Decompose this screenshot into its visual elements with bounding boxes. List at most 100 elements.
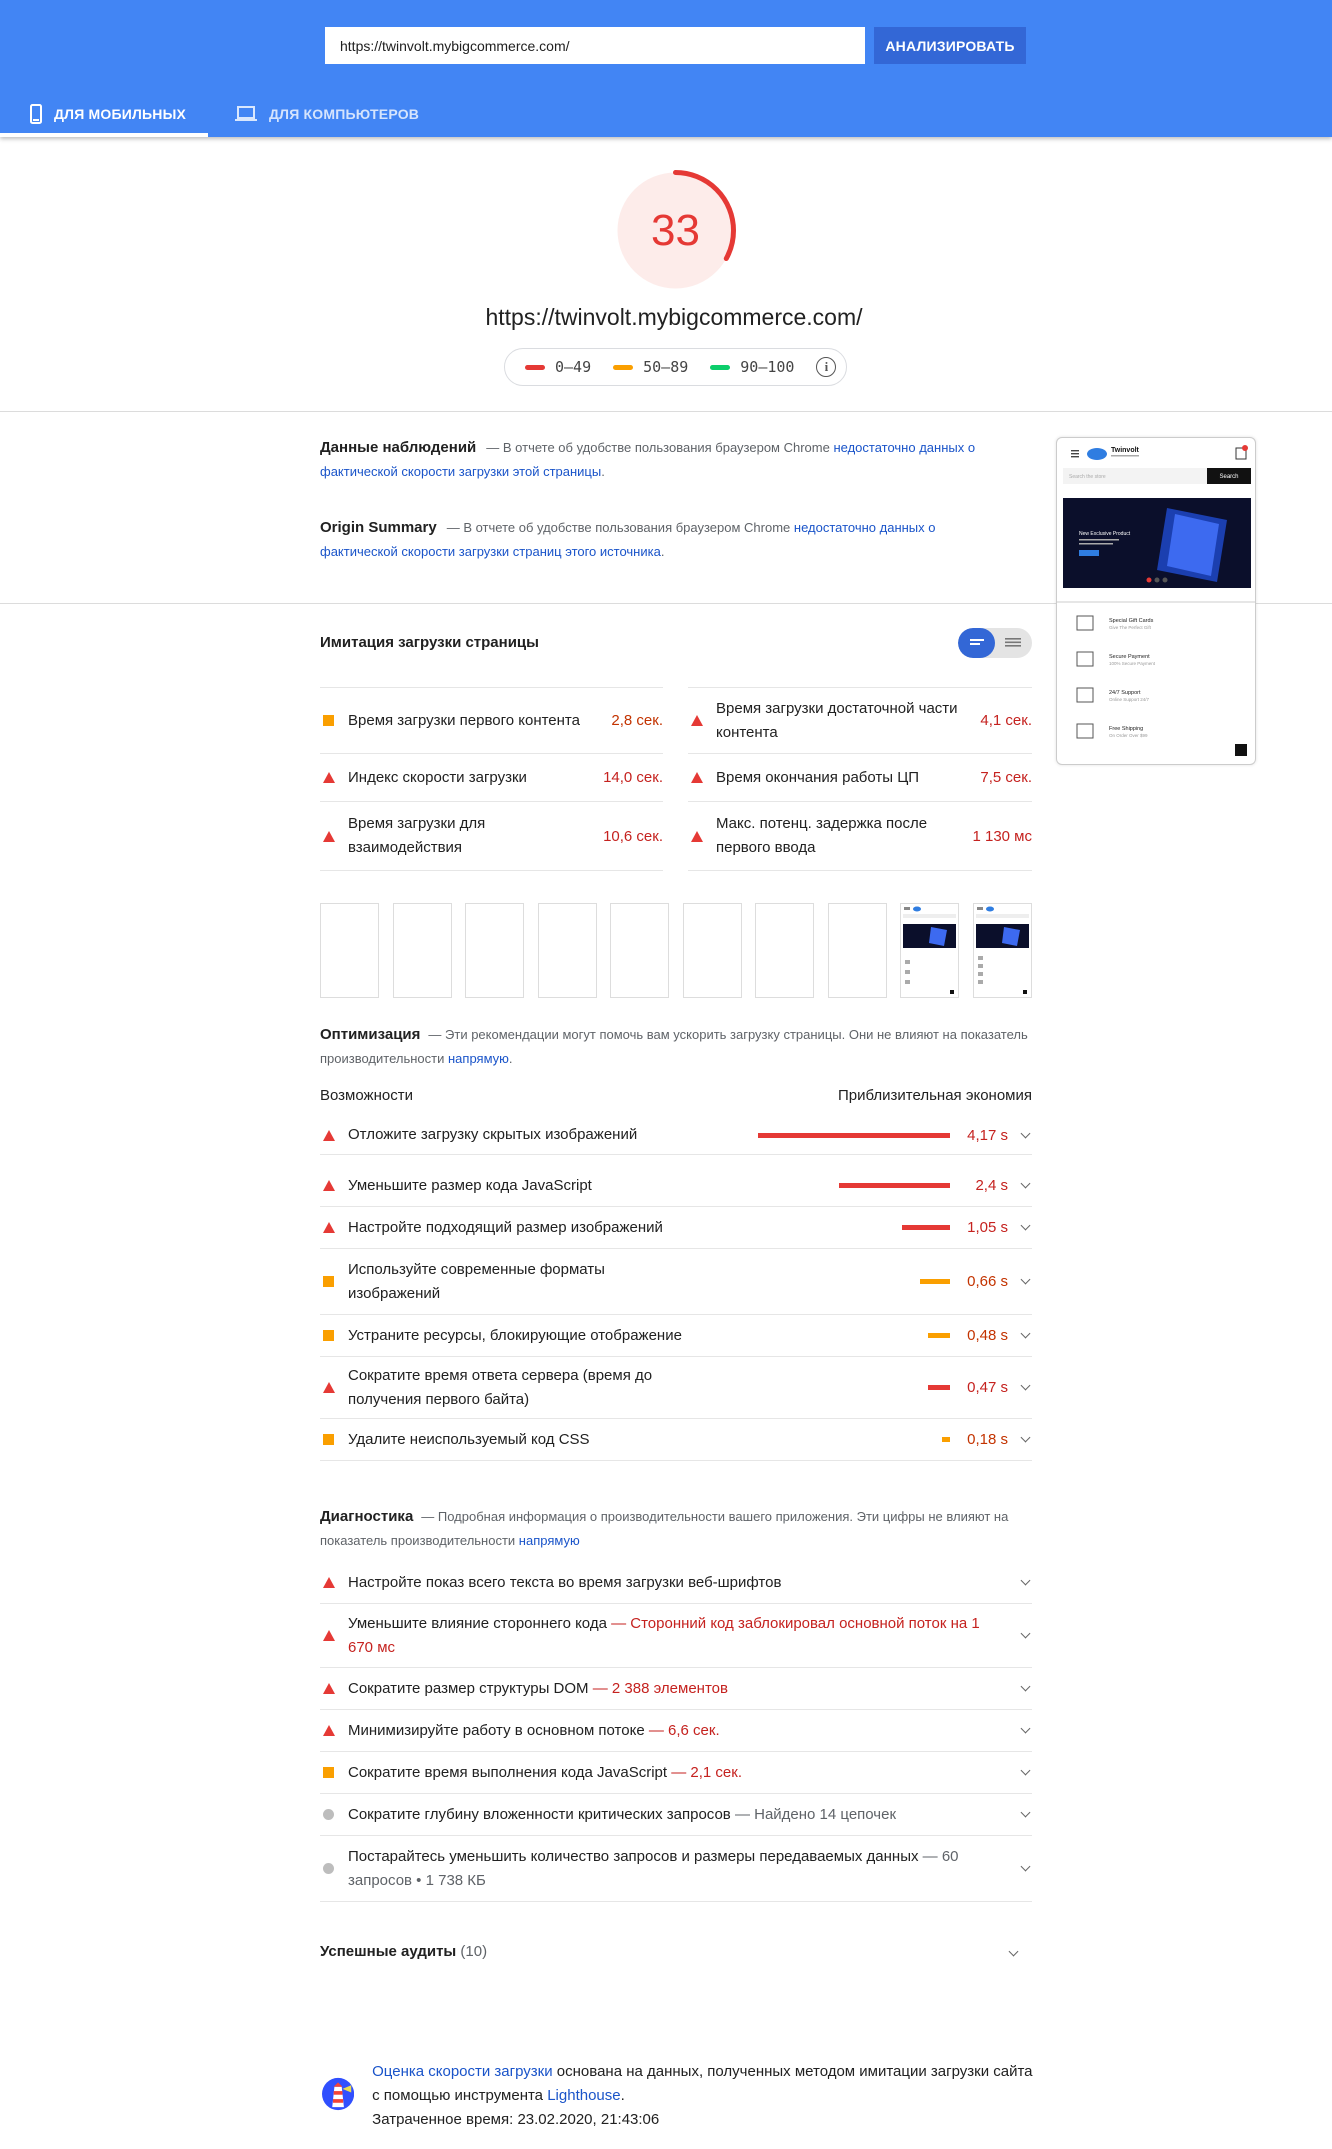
chevron-down-icon[interactable] [1008, 1178, 1032, 1189]
chevron-down-icon[interactable] [1008, 1946, 1020, 1957]
laptop-icon [235, 105, 257, 122]
savings-bar [839, 1183, 950, 1188]
performance-score-link[interactable]: Оценка скорости загрузки [372, 2063, 552, 2080]
diagnostic-detail: — Найдено 14 цепочек [734, 1805, 897, 1823]
toggle-expanded-view[interactable] [995, 628, 1032, 658]
smartphone-icon [30, 103, 42, 124]
legend-fail: 0–49 [525, 358, 591, 376]
fail-status-icon [691, 715, 703, 726]
analyze-button[interactable]: АНАЛИЗИРОВАТЬ [874, 27, 1026, 64]
diagnostic-row[interactable]: Постарайтесь уменьшить количество запрос… [320, 1836, 1032, 1902]
chevron-down-icon[interactable] [1008, 1765, 1032, 1776]
fail-status-icon [323, 1222, 335, 1233]
fail-status-icon [323, 830, 335, 842]
diagnostic-row[interactable]: Настройте показ всего текста во время за… [320, 1562, 1032, 1604]
screenshot-feature-title: Secure Payment [1109, 654, 1150, 660]
chevron-down-icon[interactable] [1008, 1128, 1032, 1138]
field-data-section: Данные наблюдений — В отчете об удобстве … [320, 439, 976, 479]
filmstrip-frame [465, 903, 524, 998]
fail-status-icon [323, 1683, 335, 1694]
chevron-down-icon[interactable] [1008, 1220, 1032, 1231]
chevron-down-icon[interactable] [1008, 1274, 1032, 1285]
diagnostic-row[interactable]: Минимизируйте работу в основном потоке —… [320, 1710, 1032, 1752]
metric-fmp: Время загрузки достаточной части контент… [688, 687, 1032, 753]
passed-audits-toggle[interactable]: Успешные аудиты (10) [320, 1943, 487, 1960]
optimization-link[interactable]: напрямую [448, 1051, 509, 1066]
screenshot-search-placeholder: Search the store [1069, 474, 1106, 480]
savings-value: 1,05 s [967, 1219, 1008, 1236]
tab-desktop-label: ДЛЯ КОМПЬЮТЕРОВ [269, 105, 420, 122]
chevron-down-icon[interactable] [1008, 1861, 1032, 1872]
origin-summary-title: Origin Summary [320, 519, 437, 536]
passed-audits-count: (10) [460, 1943, 488, 1960]
chevron-down-icon[interactable] [1008, 1380, 1032, 1391]
chevron-down-icon[interactable] [1008, 1575, 1032, 1586]
report-timestamp: Затраченное время: 23.02.2020, 21:43:06 [372, 2111, 660, 2128]
diagnostic-label: Настройте показ всего текста во время за… [348, 1573, 782, 1591]
fail-status-icon [691, 830, 703, 842]
fail-status-icon [323, 1630, 335, 1641]
opportunity-label: Удалите неиспользуемый код CSS [348, 1430, 590, 1448]
savings-bar [942, 1437, 950, 1442]
page-screenshot: Twinvolt Search the store Search New Exc… [1056, 437, 1256, 765]
chevron-down-icon[interactable] [1008, 1432, 1032, 1443]
opportunity-row[interactable]: Уменьшите размер кода JavaScript 2,4 s [320, 1165, 1032, 1207]
metrics-view-toggle[interactable] [958, 628, 1032, 658]
diagnostic-label: Минимизируйте работу в основном потоке —… [348, 1721, 720, 1739]
filmstrip-frame [973, 903, 1032, 998]
tab-mobile[interactable]: ДЛЯ МОБИЛЬНЫХ [30, 90, 186, 137]
screenshot-brand: Twinvolt [1111, 447, 1140, 454]
savings-bar [902, 1225, 950, 1230]
lighthouse-link[interactable]: Lighthouse [547, 2087, 620, 2104]
screenshot-feature-title: 24/7 Support [1109, 690, 1141, 696]
opportunity-label: Уменьшите размер кода JavaScript [348, 1176, 592, 1194]
lab-data-title: Имитация загрузки страницы [320, 634, 539, 651]
url-input[interactable] [325, 27, 865, 64]
opportunity-row[interactable]: Отложите загрузку скрытых изображений 4,1… [320, 1116, 1032, 1155]
diagnostic-row[interactable]: Сократите размер структуры DOM — 2 388 э… [320, 1668, 1032, 1710]
opportunity-row[interactable]: Настройте подходящий размер изображений 1… [320, 1207, 1032, 1249]
savings-value: 0,47 s [967, 1379, 1008, 1396]
passed-audits-label: Успешные аудиты [320, 1943, 457, 1960]
fail-status-icon [323, 772, 335, 783]
metric-speed-index: Индекс скорости загрузки 14,0 сек. [320, 753, 663, 801]
diagnostics-link[interactable]: напрямую [519, 1533, 580, 1548]
screenshot-feature-title: Special Gift Cards [1109, 618, 1154, 624]
chevron-down-icon[interactable] [1008, 1628, 1032, 1639]
chevron-down-icon[interactable] [1008, 1681, 1032, 1692]
tab-desktop[interactable]: ДЛЯ КОМПЬЮТЕРОВ [235, 90, 419, 137]
savings-bar [920, 1279, 950, 1284]
filmstrip-frame [683, 903, 742, 998]
opportunity-row[interactable]: Сократите время ответа сервера (время до… [320, 1357, 1032, 1419]
opportunity-row[interactable]: Используйте современные форматы изображе… [320, 1249, 1032, 1315]
opportunity-row[interactable]: Удалите неиспользуемый код CSS 0,18 s [320, 1419, 1032, 1461]
metric-cpu-idle: Время окончания работы ЦП 7,5 сек. [688, 753, 1032, 801]
chevron-down-icon[interactable] [1008, 1723, 1032, 1734]
footer-text: Оценка скорости загрузки основана на дан… [372, 2060, 1042, 2132]
chevron-down-icon[interactable] [1008, 1328, 1032, 1339]
average-status-icon [323, 1330, 334, 1341]
savings-value: 4,17 s [967, 1126, 1008, 1144]
diagnostic-detail: — 2 388 элементов [592, 1679, 728, 1697]
opportunity-row[interactable]: Устраните ресурсы, блокирующие отображен… [320, 1315, 1032, 1357]
diagnostic-row[interactable]: Сократите время выполнения кода JavaScri… [320, 1752, 1032, 1794]
chevron-down-icon[interactable] [1008, 1807, 1032, 1818]
opportunity-label: Настройте подходящий размер изображений [348, 1218, 663, 1236]
savings-value: 0,66 s [967, 1273, 1008, 1290]
fail-status-icon [323, 1129, 335, 1141]
metric-max-fid: Макс. потенц. задержка после первого вво… [688, 801, 1032, 871]
header-bar: АНАЛИЗИРОВАТЬ ДЛЯ МОБИЛЬНЫХ ДЛЯ КОМПЬЮТЕ… [0, 0, 1332, 137]
diagnostic-row[interactable]: Уменьшите влияние стороннего кода — Стор… [320, 1604, 1032, 1668]
diagnostic-row[interactable]: Сократите глубину вложенности критически… [320, 1794, 1032, 1836]
opportunity-label: Используйте современные форматы изображе… [348, 1260, 605, 1302]
info-icon[interactable]: i [816, 357, 837, 377]
savings-bar [928, 1385, 950, 1390]
savings-bar [928, 1333, 950, 1338]
lighthouse-logo [322, 2077, 355, 2111]
screenshot-search-button: Search [1219, 474, 1238, 480]
toggle-compact-view[interactable] [958, 628, 995, 658]
diagnostic-label: Постарайтесь уменьшить количество запрос… [348, 1847, 959, 1889]
savings-value: 0,18 s [967, 1431, 1008, 1448]
fail-status-icon [691, 772, 703, 783]
filmstrip-frame [393, 903, 452, 998]
